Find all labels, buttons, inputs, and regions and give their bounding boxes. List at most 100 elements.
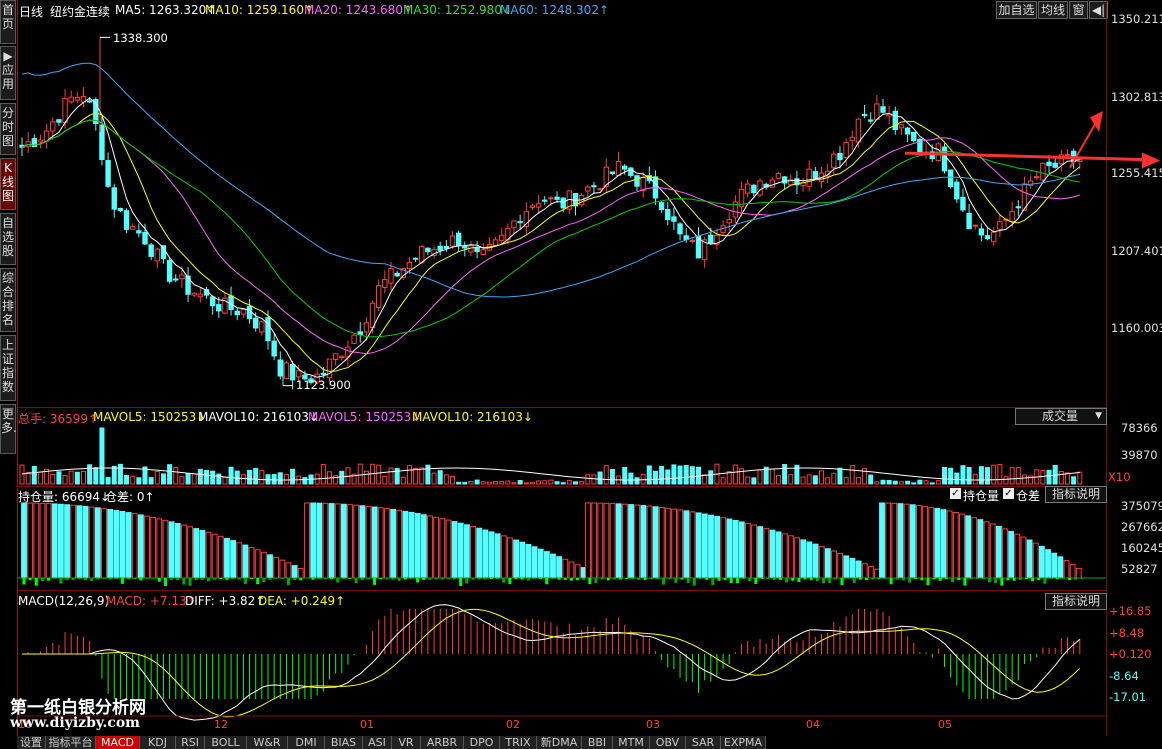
tab--[interactable]: 指标平台 <box>46 736 96 749</box>
candle-body <box>455 232 462 246</box>
candle-body <box>234 310 240 316</box>
tab-asi[interactable]: ASI <box>363 736 392 749</box>
tab-expma[interactable]: EXPMA <box>721 736 766 749</box>
volume-bar <box>450 476 455 485</box>
oi-bar <box>591 502 598 579</box>
volume-bar <box>812 475 818 485</box>
tab-trix[interactable]: TRIX <box>500 736 537 749</box>
oi-diff-bar <box>231 578 235 580</box>
volume-bar <box>271 474 277 485</box>
oi-bar <box>701 513 708 579</box>
volume-bar <box>50 473 56 485</box>
oi-bar <box>156 518 163 579</box>
oi-bar <box>714 515 721 579</box>
candle-body <box>585 186 591 192</box>
oi-checkbox-label: 持仓量 <box>963 489 1000 503</box>
candle-body <box>1034 176 1040 179</box>
candle-body <box>191 292 197 296</box>
volume-bar <box>259 469 265 485</box>
volume-bar <box>216 473 222 485</box>
oi-diff-bar <box>785 578 789 583</box>
volume-bar <box>425 464 431 485</box>
oi-bar <box>482 529 489 579</box>
oi-diff-checkbox[interactable]: ✓ <box>1003 488 1014 499</box>
volume-bar <box>843 477 849 485</box>
tab-kdj[interactable]: KDJ <box>140 736 176 749</box>
oi-bar <box>855 560 862 579</box>
oi-diff-bar <box>108 578 112 580</box>
oi-bar <box>113 509 120 579</box>
volume-bar <box>443 474 449 485</box>
oi-bar <box>556 556 563 579</box>
tab--dma[interactable]: 新DMA <box>537 736 582 749</box>
oi-diff-bar <box>674 578 678 583</box>
oi-bar <box>402 510 409 579</box>
tab-mtm[interactable]: MTM <box>613 736 650 749</box>
tab-obv[interactable]: OBV <box>650 736 686 749</box>
tab-dpo[interactable]: DPO <box>464 736 500 749</box>
kline-chart[interactable] <box>0 0 1162 736</box>
indicator-select[interactable]: 成交量 ▼ <box>1015 408 1107 425</box>
oi-diff-bar <box>77 578 81 580</box>
candle-body <box>726 218 732 224</box>
tab-vr[interactable]: VR <box>392 736 421 749</box>
oi-diff-bar <box>250 578 254 580</box>
tab-macd[interactable]: MACD <box>96 736 140 749</box>
candle-body <box>369 302 376 329</box>
tab-bbi[interactable]: BBI <box>582 736 613 749</box>
oi-bar <box>513 539 520 579</box>
volume-bar <box>683 465 689 485</box>
total-volume-label: 总手: 36599↑ <box>18 412 99 426</box>
oi-bar <box>665 507 671 579</box>
oi-diff-bar <box>582 578 586 580</box>
oi-bar <box>119 510 126 579</box>
oi-bar <box>585 502 591 579</box>
oi-diff-bar <box>1037 578 1041 581</box>
candle-body <box>972 224 978 227</box>
oi-bar <box>916 505 922 579</box>
oi-diff-bar <box>920 578 924 581</box>
oi-axis-label: 267662 <box>1121 520 1162 534</box>
tab-dmi[interactable]: DMI <box>288 736 325 749</box>
tab-w-r[interactable]: W&R <box>247 736 288 749</box>
oi-diff-bar <box>569 578 573 581</box>
tab-rsi[interactable]: RSI <box>176 736 205 749</box>
volume-bar <box>997 464 1003 485</box>
oi-bar <box>751 524 757 579</box>
candle-body <box>689 239 696 242</box>
mavol5b-label: MAVOL5: 150253↓ <box>308 410 422 424</box>
oi-bar <box>174 522 181 579</box>
volume-bar <box>579 481 585 485</box>
oi-bar <box>384 508 390 579</box>
oi-axis-label: 52827 <box>1121 562 1158 576</box>
tab--[interactable]: 设置 <box>17 736 46 749</box>
candle-body <box>462 245 468 249</box>
oi-bar <box>433 516 440 579</box>
volume-bar <box>148 477 154 485</box>
macd-explain-button[interactable]: 指标说明 <box>1045 593 1107 610</box>
tab-boll[interactable]: BOLL <box>205 736 247 749</box>
tab-bias[interactable]: BIAS <box>325 736 363 749</box>
oi-diff-bar <box>483 578 487 580</box>
volume-bar <box>597 471 603 485</box>
volume-bar <box>917 479 923 485</box>
oi-diff-bar <box>373 578 377 585</box>
oi-bar <box>39 502 46 579</box>
volume-bar <box>290 468 296 485</box>
tab-sar[interactable]: SAR <box>686 736 721 749</box>
candle-body <box>179 274 185 280</box>
candle-body <box>609 171 616 175</box>
tab-arbr[interactable]: ARBR <box>421 736 464 749</box>
oi-bar <box>328 503 335 579</box>
volume-bar <box>204 469 209 485</box>
month-label: 12 <box>214 718 228 731</box>
oi-diff-bar <box>963 578 967 586</box>
oi-checkbox[interactable]: ✓ <box>950 488 961 499</box>
oi-bar <box>27 502 34 579</box>
diff-value: DIFF: +3.82↑ <box>185 594 266 608</box>
oi-diff-bar <box>951 578 955 583</box>
volume-bar <box>413 467 419 485</box>
oi-diff-bar <box>883 578 887 579</box>
oi-explain-button[interactable]: 指标说明 <box>1045 486 1107 503</box>
volume-bar <box>388 467 394 485</box>
